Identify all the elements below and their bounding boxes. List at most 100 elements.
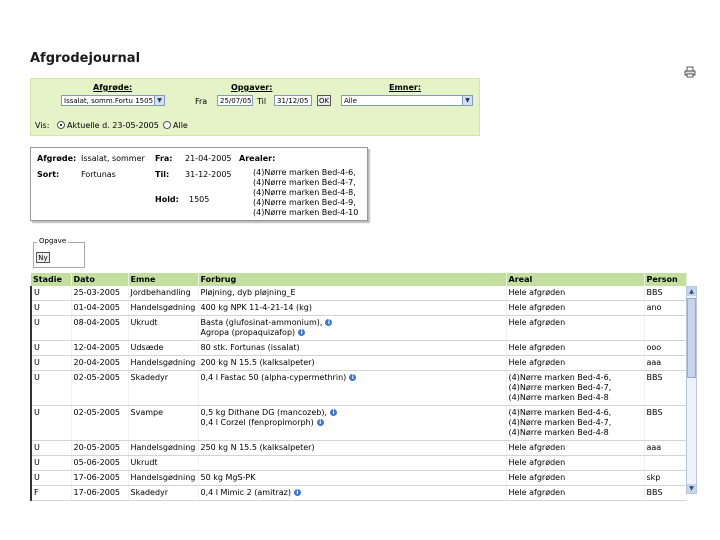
scrollbar-thumb[interactable] (687, 298, 696, 378)
til-date-input[interactable]: 31/12/05 (274, 95, 312, 106)
table-scrollbar[interactable]: ▲ ▼ (686, 286, 697, 494)
filter-panel: Afgrøde: Issalat, somm.Fortu 1505 ▼ Opga… (30, 78, 480, 136)
table-row[interactable]: U 25-03-2005 Jordbehandling Pløjning, dyb p… (30, 286, 687, 301)
cell-emne: Jordbehandling (128, 286, 199, 301)
info-icon[interactable]: i (330, 409, 337, 416)
cell-areal: Hele afgrøden (506, 340, 645, 356)
cell-areal: Hele afgrøden (506, 355, 645, 371)
forbrug-text: 0,4 l Mimic 2 (amitraz) (200, 488, 291, 497)
table-row[interactable]: U 17-06-2005 Handelsgødning 50 kg MgS-PK Hel… (30, 470, 687, 486)
cell-forbrug: 0,5 kg Dithane DG (mancozeb), i 0,4 l Corz… (198, 405, 507, 441)
cell-person: ooo (644, 340, 687, 356)
journal-table: Stadie Dato Emne Forbrug Areal Person U2… (30, 273, 687, 501)
cell-emne: Skadedyr (128, 370, 199, 406)
afgrode-select-value: Issalat, somm.Fortu 1505 (64, 97, 154, 105)
info-areal-label: Arealer: (239, 154, 276, 163)
areal-line: Hele afgrøden (508, 318, 566, 327)
cell-person (644, 455, 687, 471)
info-fra-value: 21-04-2005 (185, 154, 232, 163)
chevron-down-icon[interactable]: ▼ (462, 96, 472, 105)
info-icon[interactable]: i (293, 489, 301, 496)
info-icon[interactable]: i (316, 419, 324, 426)
table-row[interactable]: U 02-05-2005 Svampe 0,5 kg Dithane DG (manc… (30, 405, 687, 441)
cell-emne: Skadedyr (128, 485, 199, 501)
info-area-item: (4)Nørre marken Bed-4-8, (253, 188, 356, 197)
forbrug-text: Basta (glufosinat-ammonium), (200, 318, 323, 327)
ok-button[interactable]: OK (317, 95, 331, 106)
cell-stadie: U (30, 300, 72, 316)
cell-forbrug: Pløjning, dyb pløjning_E (198, 286, 507, 301)
info-til-label: Til: (155, 170, 170, 179)
forbrug-text: 0,4 l Corzel (fenpropimorph) (200, 418, 314, 427)
column-header-areal[interactable]: Areal (506, 273, 645, 286)
printer-icon[interactable] (684, 66, 696, 78)
emner-select-value: Alle (344, 97, 357, 105)
cell-areal: (4)Nørre marken Bed-4-6, (4)Nørre marken … (506, 370, 645, 406)
forbrug-text: 50 kg MgS-PK (200, 473, 256, 482)
cell-dato: 02-05-2005 (71, 370, 129, 406)
afgrode-select[interactable]: Issalat, somm.Fortu 1505 ▼ (61, 95, 165, 106)
chevron-down-icon[interactable]: ▼ (154, 96, 164, 105)
cell-areal: Hele afgrøden (506, 300, 645, 316)
cell-person (644, 315, 687, 341)
forbrug-line: 250 kg N 15.5 (kalksalpeter) (201, 443, 504, 453)
column-header-person[interactable]: Person (644, 273, 687, 286)
fra-date-input[interactable]: 25/07/05 (217, 95, 253, 106)
column-header-dato[interactable]: Dato (71, 273, 129, 286)
cell-dato: 05-06-2005 (71, 455, 129, 471)
forbrug-text: 0,4 l Fastac 50 (alpha-cypermethrin) (200, 373, 347, 382)
column-header-stadie[interactable]: Stadie (31, 273, 72, 286)
areal-line: Hele afgrøden (508, 288, 566, 297)
info-icon[interactable]: i (325, 319, 333, 326)
cell-person: BBS (644, 286, 687, 301)
info-sort-label: Sort: (37, 170, 60, 179)
table-row[interactable]: U 08-04-2005 Ukrudt Basta (glufosinat-ammon… (30, 315, 687, 341)
table-row[interactable]: U 20-04-2005 Handelsgødning 200 kg N 15.5 (… (30, 355, 687, 371)
column-header-forbrug[interactable]: Forbrug (198, 273, 507, 286)
scroll-up-icon[interactable]: ▲ (687, 287, 696, 296)
cell-dato: 01-04-2005 (71, 300, 129, 316)
scroll-down-icon[interactable]: ▼ (687, 484, 696, 493)
cell-dato: 08-04-2005 (71, 315, 129, 341)
areal-line: (4)Nørre marken Bed-4-6, (508, 408, 612, 417)
cell-dato: 17-06-2005 (71, 470, 129, 486)
forbrug-text: 0,5 kg Dithane DG (mancozeb), (200, 408, 328, 417)
page-title: Afgrodejournal (30, 51, 141, 66)
column-header-emne[interactable]: Emne (128, 273, 199, 286)
cell-stadie: F (30, 485, 72, 501)
info-afgrode-label: Afgrøde: (37, 154, 77, 163)
vis-aktuelle-label: Aktuelle d. 23-05-2005 (67, 121, 159, 130)
forbrug-text: 400 kg NPK 11-4-21-14 (kg) (200, 303, 312, 312)
cell-emne: Svampe (128, 405, 199, 441)
emner-select[interactable]: Alle ▼ (341, 95, 473, 106)
new-task-button[interactable]: Ny (36, 252, 50, 263)
forbrug-text: 250 kg N 15.5 (kalksalpeter) (200, 443, 315, 452)
cell-forbrug: 0,4 l Mimic 2 (amitraz) i (198, 485, 507, 501)
cell-stadie: U (30, 470, 72, 486)
info-sort-value: Fortunas (81, 170, 116, 179)
forbrug-line: 0,5 kg Dithane DG (mancozeb), i (201, 408, 504, 418)
cell-forbrug: 50 kg MgS-PK (198, 470, 507, 486)
info-area-item: (4)Nørre marken Bed-4-10 (253, 208, 359, 217)
cell-dato: 20-05-2005 (71, 440, 129, 456)
areal-line: Hele afgrøden (508, 343, 566, 352)
info-icon[interactable]: i (349, 374, 357, 381)
vis-aktuelle-radio[interactable] (57, 121, 65, 129)
cell-emne: Handelsgødning (128, 440, 199, 456)
vis-alle-radio[interactable] (163, 121, 171, 129)
info-hold-value: 1505 (189, 195, 210, 204)
areal-line: (4)Nørre marken Bed-4-7, (508, 383, 612, 392)
table-row[interactable]: F 17-06-2005 Skadedyr 0,4 l Mimic 2 (amitra… (30, 485, 687, 501)
table-row[interactable]: U 01-04-2005 Handelsgødning 400 kg NPK 11-4… (30, 300, 687, 316)
table-row[interactable]: U 05-06-2005 Ukrudt Hele afgrøden (30, 455, 687, 471)
forbrug-line: 50 kg MgS-PK (201, 473, 504, 483)
cell-person: BBS (644, 370, 687, 406)
areal-line: (4)Nørre marken Bed-4-7, (508, 418, 612, 427)
table-row[interactable]: U 02-05-2005 Skadedyr 0,4 l Fastac 50 (alph… (30, 370, 687, 406)
info-til-value: 31-12-2005 (185, 170, 232, 179)
cell-areal: Hele afgrøden (506, 455, 645, 471)
table-row[interactable]: U 12-04-2005 Udsæde 80 stk. Fortunas (issal… (30, 340, 687, 356)
cell-areal: Hele afgrøden (506, 470, 645, 486)
info-icon[interactable]: i (298, 329, 306, 336)
table-row[interactable]: U 20-05-2005 Handelsgødning 250 kg N 15.5 (… (30, 440, 687, 456)
